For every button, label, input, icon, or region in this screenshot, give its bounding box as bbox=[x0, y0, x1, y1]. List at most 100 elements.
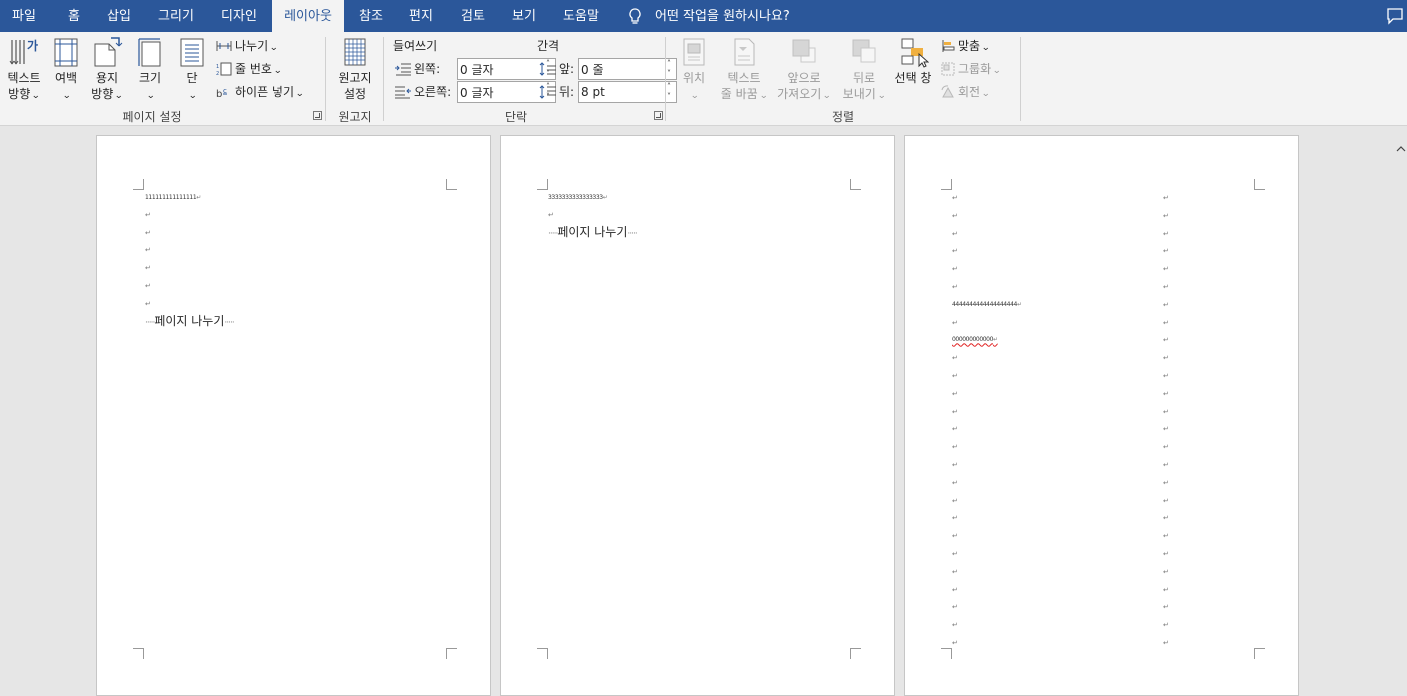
paragraph-mark: ↵ bbox=[1163, 496, 1169, 505]
send-backward-icon bbox=[852, 39, 876, 63]
chevron-down-icon: ⌄ bbox=[822, 91, 832, 101]
page-break-marker: ·····페이지 나누기····· bbox=[548, 225, 638, 241]
columns-button[interactable]: 단 ⌄ bbox=[176, 36, 208, 104]
line-numbers-button[interactable]: 12줄 번호⌄ bbox=[216, 60, 283, 78]
tab-design[interactable]: 디자인 bbox=[212, 0, 266, 32]
comments-icon[interactable] bbox=[1386, 7, 1404, 25]
manuscript-settings-label-2: 설정 bbox=[343, 87, 367, 101]
selection-pane-label: 선택 창 bbox=[894, 71, 932, 85]
document-page-1[interactable]: 111111111111111↵ ↵ ↵ ↵ ↵ ↵ ↵ ·····페이지 나누기····· bbox=[96, 135, 491, 696]
page-setup-launcher-icon[interactable] bbox=[313, 111, 322, 120]
manuscript-settings-button[interactable]: 원고지 설정 bbox=[334, 36, 376, 102]
orientation-button[interactable]: 용지 방향⌄ bbox=[88, 36, 126, 104]
crop-mark bbox=[537, 179, 548, 190]
rotate-label: 회전 bbox=[958, 85, 981, 99]
hyphenation-button[interactable]: b c 하이픈 넣기⌄ bbox=[216, 83, 304, 101]
paragraph-mark: ↵ bbox=[952, 372, 958, 380]
paragraph-launcher-icon[interactable] bbox=[654, 111, 663, 120]
hyphenation-label: 하이픈 넣기 bbox=[235, 85, 295, 99]
paragraph-mark: ↵ bbox=[952, 389, 958, 398]
document-page-2[interactable]: 3333333333333333↵ ↵ ·····페이지 나누기····· bbox=[500, 135, 895, 696]
orientation-label-1: 용지 bbox=[95, 71, 119, 85]
svg-text:b: b bbox=[216, 89, 222, 99]
crop-mark bbox=[537, 648, 548, 659]
tab-review[interactable]: 검토 bbox=[452, 0, 494, 32]
group-icon bbox=[941, 62, 955, 76]
spacing-before-spinner[interactable]: ˄ ˅ bbox=[578, 58, 677, 80]
paragraph-mark: ↵ bbox=[952, 514, 958, 523]
wrap-text-button[interactable]: 텍스트 줄 바꿈⌄ bbox=[716, 36, 772, 104]
tab-help[interactable]: 도움말 bbox=[555, 0, 607, 32]
send-backward-button[interactable]: 뒤로 보내기⌄ bbox=[838, 36, 890, 104]
tab-file[interactable]: 파일 bbox=[0, 0, 48, 32]
spacing-before-input[interactable] bbox=[581, 60, 661, 78]
svg-text:1: 1 bbox=[216, 64, 219, 70]
paragraph-mark: ↵ bbox=[1163, 639, 1169, 647]
group-separator bbox=[325, 37, 326, 121]
crop-mark bbox=[941, 179, 952, 190]
paragraph-mark: ↵ bbox=[1163, 567, 1169, 576]
collapse-ribbon-icon[interactable] bbox=[1396, 144, 1406, 154]
columns-label: 단 bbox=[186, 71, 198, 85]
group-button[interactable]: 그룹화⌄ bbox=[941, 60, 1001, 78]
chevron-down-icon: ⌄ bbox=[146, 91, 156, 101]
wrap-text-icon bbox=[734, 38, 755, 66]
rotate-button[interactable]: 회전⌄ bbox=[941, 83, 990, 101]
page-break-dots: ····· bbox=[224, 318, 234, 328]
tab-insert[interactable]: 삽입 bbox=[97, 0, 141, 32]
align-button[interactable]: 맞춤⌄ bbox=[941, 37, 990, 55]
size-button[interactable]: 크기 ⌄ bbox=[134, 36, 166, 104]
crop-mark bbox=[1254, 179, 1265, 190]
paragraph-mark: ↵ bbox=[1163, 300, 1169, 309]
document-page-3[interactable]: ↵ ↵ ↵ ↵ ↵ ↵ ↵ ↵ ↵ ↵ ↵ ↵ 4444444444444444444↵ ↵ ↵ ↵ 00000… bbox=[904, 135, 1299, 696]
text-line: 4444444444444444444↵ bbox=[952, 301, 1022, 309]
lightbulb-icon bbox=[629, 8, 641, 24]
svg-text:가: 가 bbox=[27, 38, 38, 53]
paragraph-mark: ↵ bbox=[1163, 283, 1169, 291]
bring-forward-button[interactable]: 앞으로 가져오기⌄ bbox=[774, 36, 834, 104]
spacing-after-icon bbox=[539, 85, 556, 99]
tab-draw[interactable]: 그리기 bbox=[149, 0, 203, 32]
tab-mailings[interactable]: 편지 bbox=[400, 0, 442, 32]
text-line-content: 4444444444444444444 bbox=[952, 300, 1017, 308]
chevron-down-icon: ⌄ bbox=[62, 91, 72, 101]
paragraph-mark: ↵ bbox=[952, 407, 958, 416]
crop-mark bbox=[446, 648, 457, 659]
text-direction-button[interactable]: 가 텍스트 방향⌄ bbox=[4, 36, 44, 104]
crop-mark bbox=[133, 648, 144, 659]
text-line: 3333333333333333↵ bbox=[548, 194, 608, 202]
margins-label: 여백 bbox=[54, 71, 78, 85]
margins-button[interactable]: 여백 ⌄ bbox=[50, 36, 82, 104]
chevron-down-icon: ⌄ bbox=[981, 43, 991, 53]
paragraph-mark: ↵ bbox=[1163, 478, 1169, 487]
tab-view[interactable]: 보기 bbox=[503, 0, 545, 32]
chevron-down-icon: ⌄ bbox=[877, 91, 887, 101]
breaks-icon bbox=[216, 41, 232, 51]
position-button[interactable]: 위치 ⌄ bbox=[676, 36, 712, 104]
page-size-icon bbox=[138, 38, 161, 67]
wrap-text-label-1: 텍스트 bbox=[727, 71, 761, 85]
bring-forward-label-2: 가져오기 bbox=[777, 87, 822, 101]
indent-left-input[interactable] bbox=[460, 60, 540, 78]
tab-references[interactable]: 참조 bbox=[350, 0, 392, 32]
spacing-after-spinner[interactable]: ˄ ˅ bbox=[578, 81, 677, 103]
page-break-dots: ····· bbox=[627, 229, 637, 239]
tab-layout[interactable]: 레이아웃 bbox=[272, 0, 344, 32]
spacing-before-icon bbox=[539, 62, 556, 76]
breaks-button[interactable]: 나누기⌄ bbox=[216, 37, 278, 55]
paragraph-mark: ↵ bbox=[952, 461, 958, 469]
tell-me-label: 어떤 작업을 원하시나요? bbox=[655, 9, 790, 24]
chevron-down-icon: ⌄ bbox=[273, 66, 283, 76]
text-direction-label-2: 방향 bbox=[8, 87, 31, 101]
crop-mark bbox=[850, 648, 861, 659]
tab-home[interactable]: 홈 bbox=[56, 0, 92, 32]
selection-pane-button[interactable]: 선택 창 bbox=[892, 36, 934, 86]
text-direction-label-1: 텍스트 bbox=[7, 71, 41, 85]
spacing-after-input[interactable] bbox=[581, 83, 661, 101]
paragraph-mark: ↵ bbox=[952, 318, 958, 327]
paragraph-mark: ↵ bbox=[952, 621, 958, 630]
manuscript-group-label: 원고지 bbox=[338, 110, 372, 124]
indent-right-input[interactable] bbox=[460, 83, 540, 101]
tell-me-search[interactable]: 어떤 작업을 원하시나요? bbox=[626, 0, 790, 32]
margins-icon bbox=[54, 38, 78, 67]
